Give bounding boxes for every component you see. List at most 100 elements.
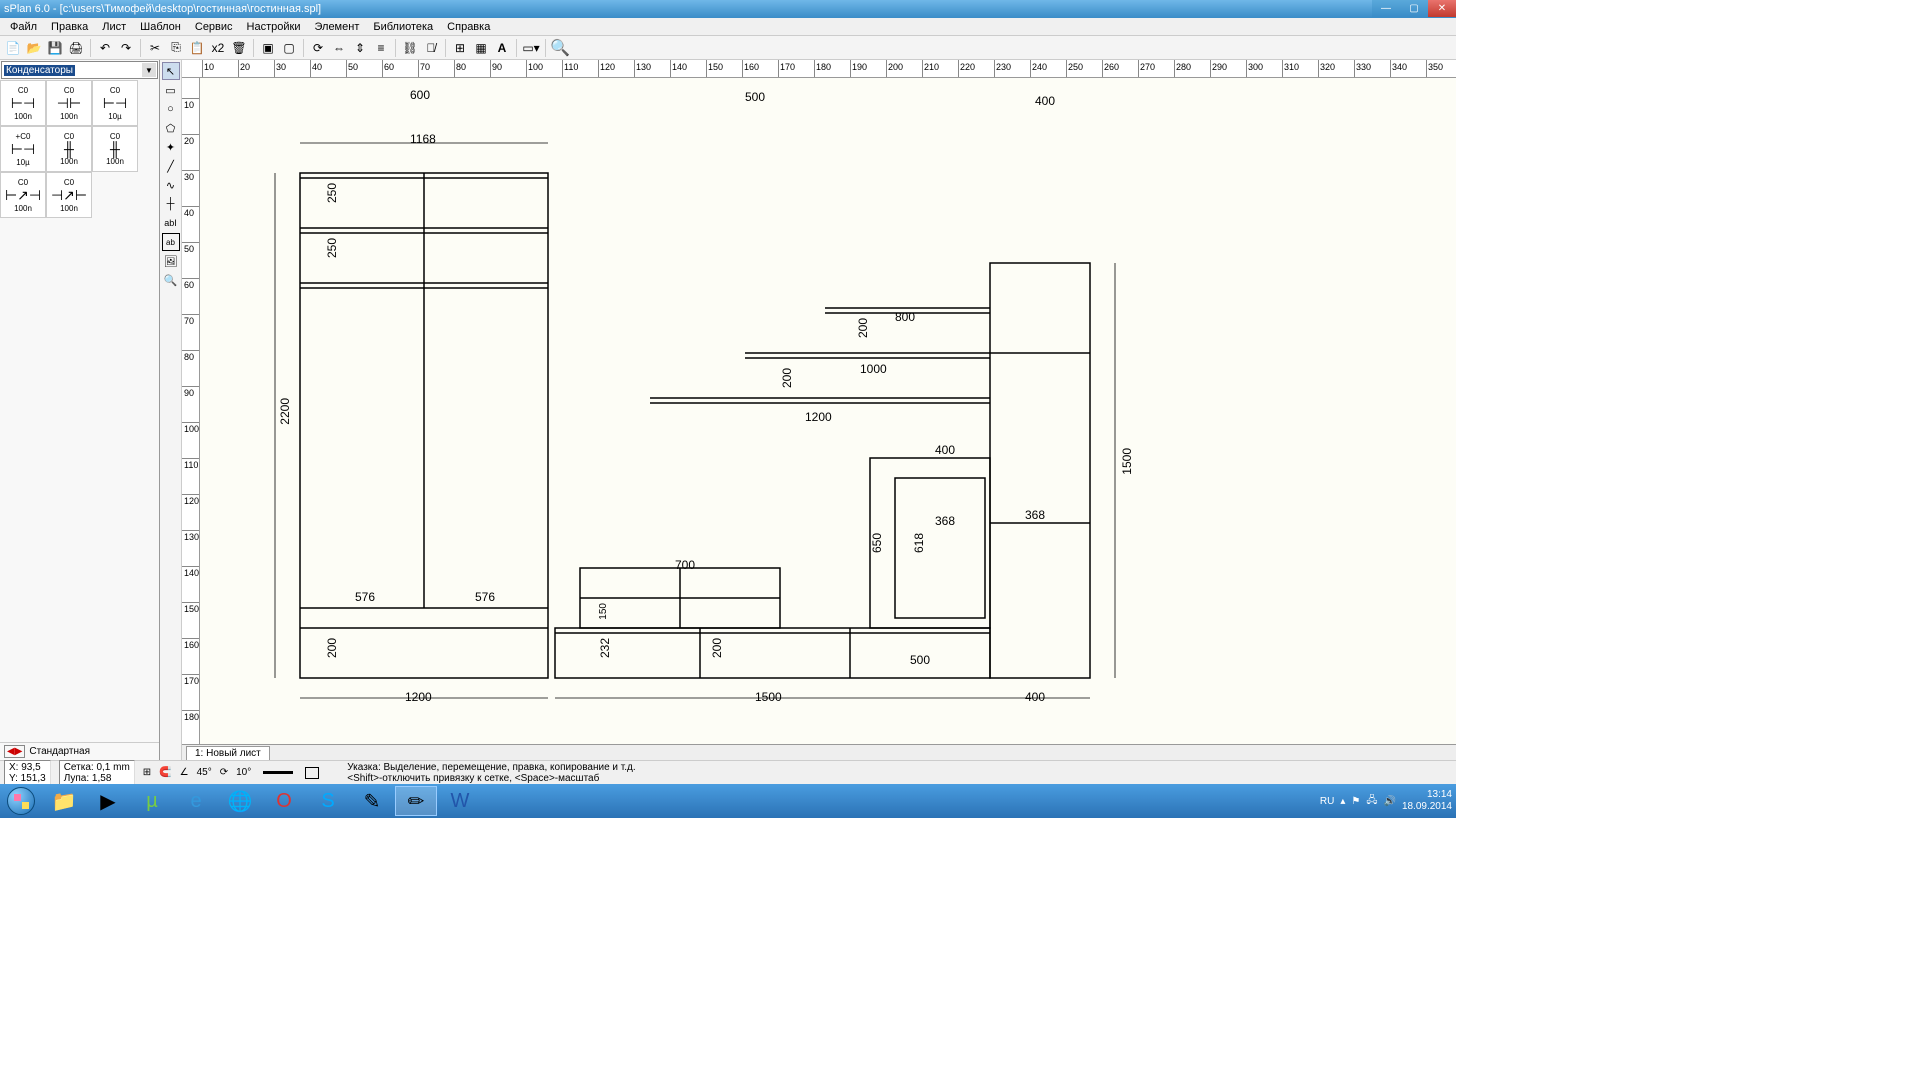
front-icon[interactable]: ▣ <box>259 39 277 57</box>
sheet-tab-1[interactable]: 1: Новый лист <box>186 746 270 760</box>
minimize-button[interactable]: — <box>1372 0 1400 17</box>
back-icon[interactable]: ▢ <box>280 39 298 57</box>
taskbar-wmp-icon[interactable]: ▶ <box>87 786 129 816</box>
menu-element[interactable]: Элемент <box>308 19 365 35</box>
menu-library[interactable]: Библиотека <box>367 19 439 35</box>
taskbar-opera-icon[interactable]: O <box>263 786 305 816</box>
delete-icon[interactable]: 🗑 <box>230 39 248 57</box>
horizontal-ruler: 1020304050607080901001101201301401501601… <box>182 60 1456 78</box>
dim-label: 1500 <box>755 690 782 704</box>
symbol-capacitor[interactable]: C0⊣⊢100n <box>46 80 92 126</box>
line-tool-icon[interactable]: ╱ <box>162 157 180 175</box>
align-icon[interactable]: ≡ <box>372 39 390 57</box>
menu-file[interactable]: Файл <box>4 19 43 35</box>
special-tool-icon[interactable]: ✦ <box>162 138 180 156</box>
dim-label: 1200 <box>405 690 432 704</box>
find-icon[interactable]: A <box>493 39 511 57</box>
taskbar-ie-icon[interactable]: e <box>175 786 217 816</box>
tray-volume-icon[interactable]: 🔊 <box>1383 796 1395 807</box>
polygon-tool-icon[interactable]: ⬠ <box>162 119 180 137</box>
taskbar-skype-icon[interactable]: S <box>307 786 349 816</box>
text-tool-icon[interactable]: abI <box>162 214 180 232</box>
angle-45[interactable]: 45° <box>197 767 212 778</box>
tray-chevron-icon[interactable]: ▴ <box>1340 796 1345 807</box>
mirror-h-icon[interactable]: ⇔ <box>330 39 348 57</box>
grid-icon[interactable]: ▦ <box>472 39 490 57</box>
dim-label: 576 <box>355 590 375 604</box>
tray-network-icon[interactable]: 🖧 <box>1366 793 1377 810</box>
node-tool-icon[interactable]: ┼ <box>162 195 180 213</box>
dim-label: 200 <box>856 318 870 338</box>
snap-icon[interactable]: ⊞ <box>451 39 469 57</box>
canvas-area: 1020304050607080901001101201301401501601… <box>182 60 1456 760</box>
line-width-preview[interactable] <box>263 771 293 774</box>
paste-icon[interactable]: 📋 <box>188 39 206 57</box>
category-selector[interactable]: Конденсаторы ▼ <box>1 61 158 79</box>
taskbar-chrome-icon[interactable]: 🌐 <box>219 786 261 816</box>
print-icon[interactable]: 🖨 <box>67 39 85 57</box>
duplicate-icon[interactable]: x2 <box>209 39 227 57</box>
rotate-icon[interactable]: ⟳ <box>309 39 327 57</box>
vertical-ruler: 1020304050607080901001101201301401501601… <box>182 78 200 744</box>
menu-service[interactable]: Сервис <box>189 19 239 35</box>
circle-tool-icon[interactable]: ○ <box>162 100 180 118</box>
magnet-icon[interactable]: 🧲 <box>159 767 171 778</box>
save-icon[interactable]: 💾 <box>46 39 64 57</box>
angle-10[interactable]: 10° <box>236 767 251 778</box>
symbol-capacitor[interactable]: C0╫100n <box>46 126 92 172</box>
symbol-capacitor[interactable]: C0╫100n <box>92 126 138 172</box>
status-grid: Сетка: 0,1 mmЛупа: 1,58 <box>59 760 135 786</box>
new-icon[interactable]: 📄 <box>4 39 22 57</box>
zoom-icon[interactable]: 🔍 <box>551 39 569 57</box>
taskbar-app-icon[interactable]: ✎ <box>351 786 393 816</box>
dropdown-arrow-icon[interactable]: ▼ <box>142 63 156 77</box>
dim-label: 1000 <box>860 362 887 376</box>
menu-edit[interactable]: Правка <box>45 19 94 35</box>
image-tool-icon[interactable]: 🖼 <box>162 252 180 270</box>
rectangle-tool-icon[interactable]: ▭ <box>162 81 180 99</box>
symbol-capacitor[interactable]: C0⊢⊣10µ <box>92 80 138 126</box>
menu-help[interactable]: Справка <box>441 19 496 35</box>
dim-label: 250 <box>325 183 339 203</box>
taskbar-explorer-icon[interactable]: 📁 <box>43 786 85 816</box>
close-button[interactable]: ✕ <box>1428 0 1456 17</box>
dim-label: 1500 <box>1120 448 1134 475</box>
grid-toggle-icon[interactable]: ⊞ <box>143 767 151 778</box>
undo-icon[interactable]: ↶ <box>96 39 114 57</box>
menu-sheet[interactable]: Лист <box>96 19 132 35</box>
link-icon[interactable]: ⛓ <box>401 39 419 57</box>
tray-clock[interactable]: 13:1418.09.2014 <box>1402 789 1452 813</box>
drawing-canvas[interactable]: 600 500 400 1168 250 250 2200 576 576 20… <box>200 78 1456 744</box>
taskbar-splan-icon[interactable]: ✏ <box>395 786 437 816</box>
start-button[interactable] <box>0 784 42 818</box>
angle-icon[interactable]: ∠ <box>180 767 189 778</box>
pointer-tool-icon[interactable]: ↖ <box>162 62 180 80</box>
redo-icon[interactable]: ↷ <box>117 39 135 57</box>
symbol-capacitor-var[interactable]: C0⊢↗⊣100n <box>0 172 46 218</box>
dim-label: 368 <box>1025 508 1045 522</box>
symbol-capacitor-polar[interactable]: +C0⊢⊣10µ <box>0 126 46 172</box>
mirror-v-icon[interactable]: ⇕ <box>351 39 369 57</box>
bezier-tool-icon[interactable]: ∿ <box>162 176 180 194</box>
maximize-button[interactable]: ▢ <box>1400 0 1428 17</box>
dim-label: 618 <box>912 533 926 553</box>
taskbar-word-icon[interactable]: W <box>439 786 481 816</box>
layer-icon[interactable]: ▭▾ <box>522 39 540 57</box>
open-icon[interactable]: 📂 <box>25 39 43 57</box>
menu-settings[interactable]: Настройки <box>241 19 307 35</box>
tray-lang[interactable]: RU <box>1320 796 1334 807</box>
dim-label: 200 <box>710 638 724 658</box>
taskbar-utorrent-icon[interactable]: µ <box>131 786 173 816</box>
angle-icon[interactable]: ⟳ <box>220 767 228 778</box>
copy-icon[interactable]: ⎘ <box>167 39 185 57</box>
textbox-tool-icon[interactable]: ab <box>162 233 180 251</box>
zoom-tool-icon[interactable]: 🔍 <box>162 271 180 289</box>
fill-preview[interactable] <box>305 767 319 779</box>
menu-template[interactable]: Шаблон <box>134 19 187 35</box>
unlink-icon[interactable]: ⛓̸ <box>422 39 440 57</box>
symbol-capacitor-var[interactable]: C0⊣↗⊢100n <box>46 172 92 218</box>
tray-flag-icon[interactable]: ⚑ <box>1351 796 1360 807</box>
dim-label: 200 <box>325 638 339 658</box>
symbol-capacitor[interactable]: C0⊢⊣100n <box>0 80 46 126</box>
cut-icon[interactable]: ✂ <box>146 39 164 57</box>
